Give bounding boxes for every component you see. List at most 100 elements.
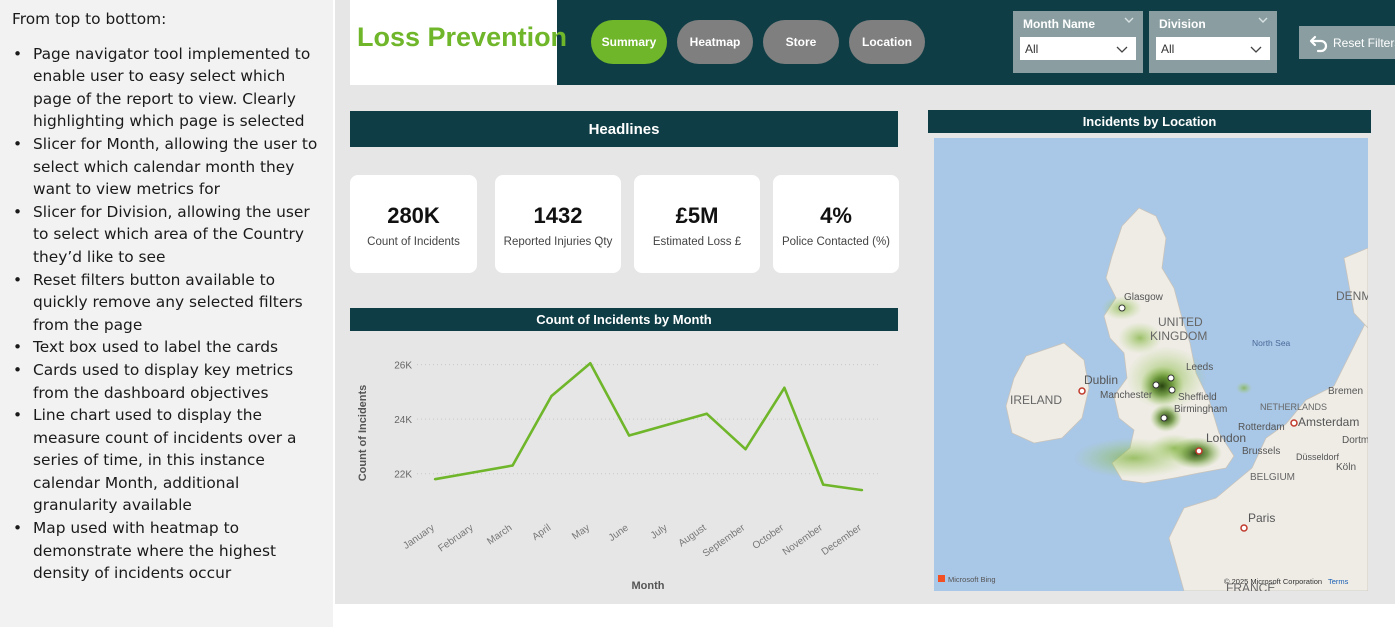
- division-dropdown[interactable]: All: [1156, 37, 1270, 60]
- map-terms-link[interactable]: Terms: [1328, 577, 1349, 586]
- map-attribution-bing: Microsoft Bing: [948, 575, 996, 584]
- chart-header: Count of Incidents by Month: [350, 308, 898, 331]
- list-item: Slicer for Division, allowing the user t…: [12, 201, 323, 269]
- data-point: [550, 394, 553, 398]
- division-slicer-title: Division: [1159, 17, 1206, 31]
- card-label: Reported Injuries Qty: [503, 236, 613, 248]
- map-label-birmingham: Birmingham: [1174, 404, 1227, 415]
- data-point: [589, 362, 592, 365]
- reset-filters-button[interactable]: Reset Filters: [1299, 26, 1395, 59]
- x-tick-label: September: [701, 522, 748, 559]
- notes-list: Page navigator tool implemented to enabl…: [12, 43, 323, 585]
- y-axis-title: Count of Incidents: [357, 385, 369, 482]
- incidents-map[interactable]: Glasgow UNITED KINGDOM Dublin IRELAND Man…: [934, 138, 1368, 591]
- x-tick-label: February: [436, 522, 475, 554]
- map-label-dortmund: Dortm: [1342, 435, 1368, 446]
- y-tick-label: 26K: [394, 361, 412, 372]
- list-item: Page navigator tool implemented to enabl…: [12, 43, 323, 133]
- list-item: Text box used to label the cards: [12, 336, 323, 359]
- map-label-uk: UNITED KINGDOM: [1150, 315, 1207, 343]
- data-point: [744, 447, 747, 451]
- tab-store[interactable]: Store: [763, 20, 839, 64]
- month-value: All: [1025, 42, 1039, 56]
- map-label-dublin: Dublin: [1084, 373, 1118, 387]
- data-point: [783, 386, 786, 390]
- undo-icon: [1309, 35, 1328, 52]
- data-point: [472, 471, 476, 474]
- title-box: Loss Prevention: [350, 0, 567, 85]
- map-label-glasgow: Glasgow: [1124, 292, 1164, 303]
- map-label-denmark: DENM: [1336, 289, 1368, 303]
- map-label-brussels: Brussels: [1242, 446, 1280, 457]
- tab-summary[interactable]: Summary: [591, 20, 667, 64]
- chevron-down-icon[interactable]: [1257, 14, 1269, 26]
- x-tick-label: November: [781, 522, 826, 558]
- x-tick-label: August: [677, 522, 709, 549]
- tab-location[interactable]: Location: [849, 20, 925, 64]
- map-label-sheffield: Sheffield: [1178, 392, 1217, 403]
- card-loss: £5M Estimated Loss £: [634, 175, 760, 273]
- division-value: All: [1161, 42, 1175, 56]
- x-tick-label: January: [401, 522, 436, 551]
- map-label-leeds: Leeds: [1186, 362, 1213, 373]
- card-value: 4%: [820, 203, 852, 228]
- headlines-header: Headlines: [350, 111, 898, 147]
- top-bar: Loss Prevention Summary Heatmap Store Lo…: [350, 0, 1395, 85]
- map-label-uk-line2: KINGDOM: [1150, 329, 1207, 343]
- notes-intro: From top to bottom:: [12, 10, 167, 28]
- x-axis-title: Month: [632, 580, 665, 592]
- x-tick-label: April: [530, 522, 553, 542]
- map-label-belgium: BELGIUM: [1250, 472, 1295, 483]
- map-label-dusseldorf: Düsseldorf: [1296, 452, 1340, 462]
- chevron-down-icon[interactable]: [1123, 14, 1135, 26]
- list-item: Map used with heatmap to demonstrate whe…: [12, 517, 323, 585]
- data-point: [433, 477, 437, 481]
- denmark-landmass: [1343, 247, 1368, 329]
- map-label-bremen: Bremen: [1328, 386, 1363, 397]
- card-label: Count of Incidents: [367, 236, 460, 248]
- x-tick-label: October: [751, 522, 787, 552]
- division-slicer: Division All: [1149, 11, 1277, 73]
- data-point: [705, 412, 708, 415]
- map-label-london: London: [1206, 431, 1246, 445]
- incidents-line-chart: 22K 24K 26K January February March April May Jun…: [357, 361, 880, 592]
- data-point: [821, 483, 825, 486]
- card-label: Estimated Loss £: [652, 236, 742, 248]
- map-label-north-sea: North Sea: [1252, 338, 1291, 348]
- card-injuries: 1432 Reported Injuries Qty: [495, 175, 621, 273]
- map-label-rotterdam: Rotterdam: [1238, 422, 1285, 433]
- dashboard: Loss Prevention Summary Heatmap Store Lo…: [335, 0, 1395, 604]
- x-tick-label: June: [607, 522, 631, 544]
- bing-logo-icon: [938, 575, 945, 582]
- map-attribution-copyright: © 2025 Microsoft Corporation: [1224, 577, 1322, 586]
- card-incidents: 280K Count of Incidents: [350, 175, 477, 273]
- notes-panel: From top to bottom: Page navigator tool …: [0, 0, 333, 627]
- map-label-amsterdam: Amsterdam: [1298, 415, 1359, 429]
- month-slicer-title: Month Name: [1023, 17, 1095, 31]
- map-canvas[interactable]: Glasgow UNITED KINGDOM Dublin IRELAND Man…: [934, 138, 1368, 591]
- tab-heatmap[interactable]: Heatmap: [677, 20, 753, 64]
- x-tick-label: March: [485, 522, 514, 547]
- list-item: Slicer for Month, allowing the user to s…: [12, 133, 323, 201]
- data-point: [627, 434, 631, 437]
- card-value: 280K: [387, 203, 440, 228]
- chevron-down-icon: [1116, 46, 1128, 53]
- y-tick-label: 24K: [394, 415, 412, 426]
- month-dropdown[interactable]: All: [1020, 37, 1136, 60]
- map-label-uk-line1: UNITED: [1158, 315, 1203, 329]
- series-line: [434, 362, 863, 492]
- list-item: Cards used to display key metrics from t…: [12, 359, 323, 404]
- chevron-down-icon: [1250, 46, 1262, 53]
- card-police: 4% Police Contacted (%): [773, 175, 899, 273]
- reset-filters-label: Reset Filters: [1333, 35, 1395, 50]
- month-slicer: Month Name All: [1013, 11, 1143, 73]
- list-item: Reset filters button available to quickl…: [12, 269, 323, 337]
- map-label-manchester: Manchester: [1100, 390, 1153, 401]
- card-label: Police Contacted (%): [781, 236, 891, 248]
- y-tick-label: 22K: [394, 470, 412, 481]
- card-value: 1432: [533, 203, 583, 228]
- report-title: Loss Prevention: [357, 22, 568, 52]
- data-point: [511, 464, 514, 467]
- map-label-paris: Paris: [1248, 511, 1275, 525]
- map-header: Incidents by Location: [928, 110, 1371, 133]
